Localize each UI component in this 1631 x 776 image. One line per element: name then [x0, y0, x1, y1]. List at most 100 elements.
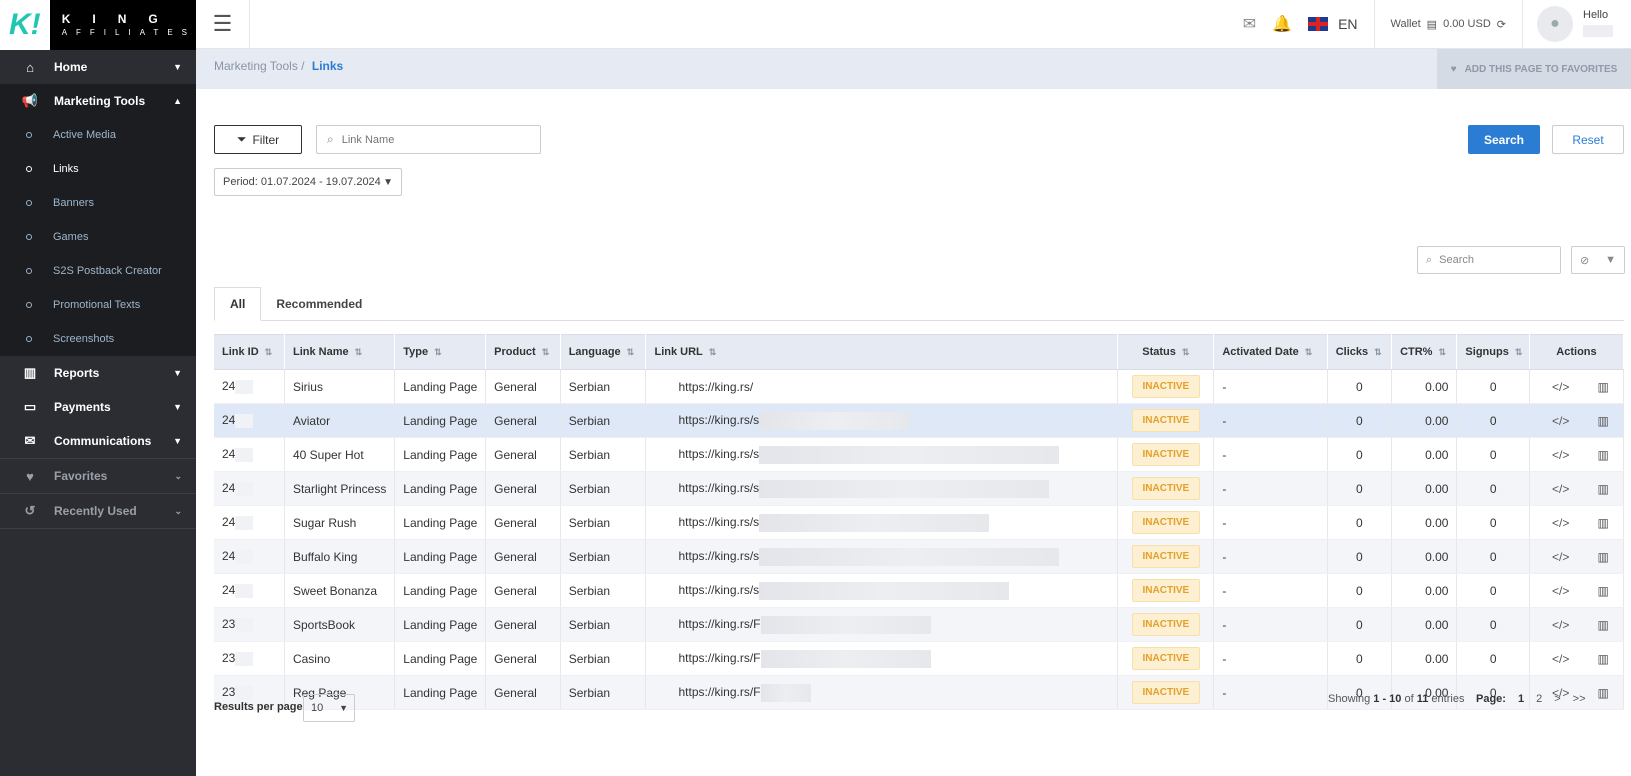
period-select[interactable]: Period: 01.07.2024 - 19.07.2024 ▼ — [214, 168, 402, 196]
table-search[interactable]: ⌕ Search — [1417, 246, 1561, 274]
sidebar-subitem-s2s-postback[interactable]: S2S Postback Creator — [0, 254, 196, 288]
code-icon[interactable]: </> — [1552, 550, 1569, 564]
stats-icon[interactable]: ▥ — [1598, 448, 1609, 462]
col-ctr[interactable]: CTR% ⇅ — [1391, 334, 1458, 370]
activated-date-cell: - — [1213, 607, 1328, 642]
refresh-icon[interactable]: ⟳ — [1497, 18, 1506, 31]
funnel-icon: ⏷ — [236, 132, 247, 146]
sidebar-item-communications[interactable]: ✉ Communications ▼ — [0, 424, 196, 458]
product-cell: General — [485, 369, 561, 404]
actions-cell: </> ▥ — [1529, 607, 1625, 642]
table-row[interactable]: 24 40 Super Hot Landing Page General Serbian… — [214, 437, 1625, 472]
col-link-url[interactable]: Link URL ⇅ — [645, 334, 1119, 370]
search-button[interactable]: Search — [1468, 125, 1540, 154]
link-id-cell: 24 — [214, 505, 285, 540]
tab-all[interactable]: All — [214, 287, 262, 321]
sidebar-item-recently-used[interactable]: ↺ Recently Used ⌄ — [0, 494, 196, 528]
col-activated-date[interactable]: Activated Date ⇅ — [1213, 334, 1328, 370]
page-1-link[interactable]: 1 — [1518, 693, 1524, 705]
stats-icon[interactable]: ▥ — [1598, 414, 1609, 428]
tab-recommended[interactable]: Recommended — [261, 287, 377, 321]
mail-icon[interactable]: ✉ — [1243, 14, 1256, 34]
stats-icon[interactable]: ▥ — [1598, 652, 1609, 666]
stats-icon[interactable]: ▥ — [1598, 584, 1609, 598]
table-row[interactable]: 23 SportsBook Landing Page General Serbian ht… — [214, 607, 1625, 642]
sidebar-item-marketing-tools[interactable]: 📢 Marketing Tools ▲ — [0, 84, 196, 118]
language-selector[interactable]: EN — [1338, 16, 1357, 32]
table-row[interactable]: 24 Aviator Landing Page General Serbian https… — [214, 403, 1625, 438]
link-name-cell: Casino — [284, 641, 396, 676]
clicks-cell: 0 — [1327, 539, 1393, 574]
actions-cell: </> ▥ — [1529, 403, 1625, 438]
col-link-id[interactable]: Link ID ⇅ — [214, 334, 285, 370]
ctr-cell: 0.00 — [1391, 505, 1458, 540]
stats-icon[interactable]: ▥ — [1598, 550, 1609, 564]
sidebar-item-favorites[interactable]: ♥ Favorites ⌄ — [0, 459, 196, 493]
results-per-page-select[interactable]: 10 ▼ — [303, 694, 355, 722]
last-page-link[interactable]: >> — [1573, 693, 1586, 705]
sidebar-item-reports[interactable]: ▥ Reports ▼ — [0, 356, 196, 390]
stats-icon[interactable]: ▥ — [1598, 686, 1609, 700]
table-row[interactable]: 24 Sweet Bonanza Landing Page General Serbia… — [214, 573, 1625, 608]
col-signups[interactable]: Signups ⇅ — [1456, 334, 1530, 370]
language-cell: Serbian — [560, 403, 647, 438]
uk-flag-icon[interactable] — [1308, 17, 1329, 31]
bell-icon[interactable]: 🔔 — [1272, 14, 1292, 34]
user-menu[interactable]: ● Hello — [1523, 0, 1631, 48]
stats-icon[interactable]: ▥ — [1598, 618, 1609, 632]
sidebar-item-home[interactable]: ⌂ Home ▼ — [0, 50, 196, 84]
wallet[interactable]: Wallet ▤ 0.00 USD ⟳ — [1375, 18, 1522, 31]
code-icon[interactable]: </> — [1552, 380, 1569, 394]
code-icon[interactable]: </> — [1552, 482, 1569, 496]
sidebar-item-payments[interactable]: ▭ Payments ▼ — [0, 390, 196, 424]
table-row[interactable]: 24 Sugar Rush Landing Page General Serbian ht… — [214, 505, 1625, 540]
type-cell: Landing Page — [394, 505, 487, 540]
col-type[interactable]: Type ⇅ — [394, 334, 487, 370]
type-cell: Landing Page — [394, 403, 487, 438]
col-language[interactable]: Language ⇅ — [560, 334, 647, 370]
sidebar-subitem-active-media[interactable]: Active Media — [0, 118, 196, 152]
column-visibility-button[interactable]: ⊘ ▼ — [1571, 246, 1625, 274]
code-icon[interactable]: </> — [1552, 618, 1569, 632]
status-cell: INACTIVE — [1117, 505, 1215, 540]
stats-icon[interactable]: ▥ — [1598, 516, 1609, 530]
next-page-link[interactable]: > — [1554, 693, 1560, 705]
page-2-link[interactable]: 2 — [1536, 693, 1542, 705]
add-to-favorites-button[interactable]: ♥ ADD THIS PAGE TO FAVORITES — [1437, 49, 1631, 89]
col-clicks[interactable]: Clicks ⇅ — [1327, 334, 1393, 370]
code-icon[interactable]: </> — [1552, 584, 1569, 598]
col-status[interactable]: Status ⇅ — [1117, 334, 1215, 370]
stats-icon[interactable]: ▥ — [1598, 482, 1609, 496]
sidebar-subitem-banners[interactable]: Banners — [0, 186, 196, 220]
language-cell: Serbian — [560, 471, 647, 506]
sidebar-subitem-games[interactable]: Games — [0, 220, 196, 254]
menu-toggle-button[interactable]: ☰ — [196, 0, 250, 48]
breadcrumb-parent[interactable]: Marketing Tools — [214, 59, 298, 73]
signups-cell: 0 — [1456, 641, 1530, 676]
type-cell: Landing Page — [394, 607, 487, 642]
code-icon[interactable]: </> — [1552, 414, 1569, 428]
table-row[interactable]: 24 Sirius Landing Page General Serbian https:… — [214, 369, 1625, 404]
links-table: Link ID ⇅ Link Name ⇅ Type ⇅ Product ⇅ Langu… — [214, 334, 1625, 710]
table-row[interactable]: 24 Starlight Princess Landing Page General S… — [214, 471, 1625, 506]
top-bar: ☰ ✉ 🔔 EN Wallet ▤ 0.00 USD ⟳ ● Hello — [196, 0, 1631, 49]
redacted-block — [759, 479, 1050, 498]
table-row[interactable]: 23 Casino Landing Page General Serbian https:… — [214, 641, 1625, 676]
stats-icon[interactable]: ▥ — [1598, 380, 1609, 394]
col-product[interactable]: Product ⇅ — [485, 334, 561, 370]
code-icon[interactable]: </> — [1552, 516, 1569, 530]
sidebar-subitem-promotional-texts[interactable]: Promotional Texts — [0, 288, 196, 322]
table-row[interactable]: 24 Buffalo King Landing Page General Serbian… — [214, 539, 1625, 574]
col-link-name[interactable]: Link Name ⇅ — [284, 334, 396, 370]
sidebar-subitem-links[interactable]: Links — [0, 152, 196, 186]
reset-button[interactable]: Reset — [1552, 125, 1624, 154]
envelope-icon: ✉ — [24, 433, 36, 448]
sidebar-item-label: Home — [54, 60, 88, 74]
link-url-cell: https://king.rs/s — [645, 505, 1119, 540]
brand-logo[interactable]: K! KING AFFILIATES — [0, 0, 196, 50]
filter-button[interactable]: ⏷ Filter — [214, 125, 302, 154]
link-name-input[interactable] — [341, 133, 522, 146]
code-icon[interactable]: </> — [1552, 448, 1569, 462]
code-icon[interactable]: </> — [1552, 652, 1569, 666]
sidebar-subitem-screenshots[interactable]: Screenshots — [0, 322, 196, 356]
